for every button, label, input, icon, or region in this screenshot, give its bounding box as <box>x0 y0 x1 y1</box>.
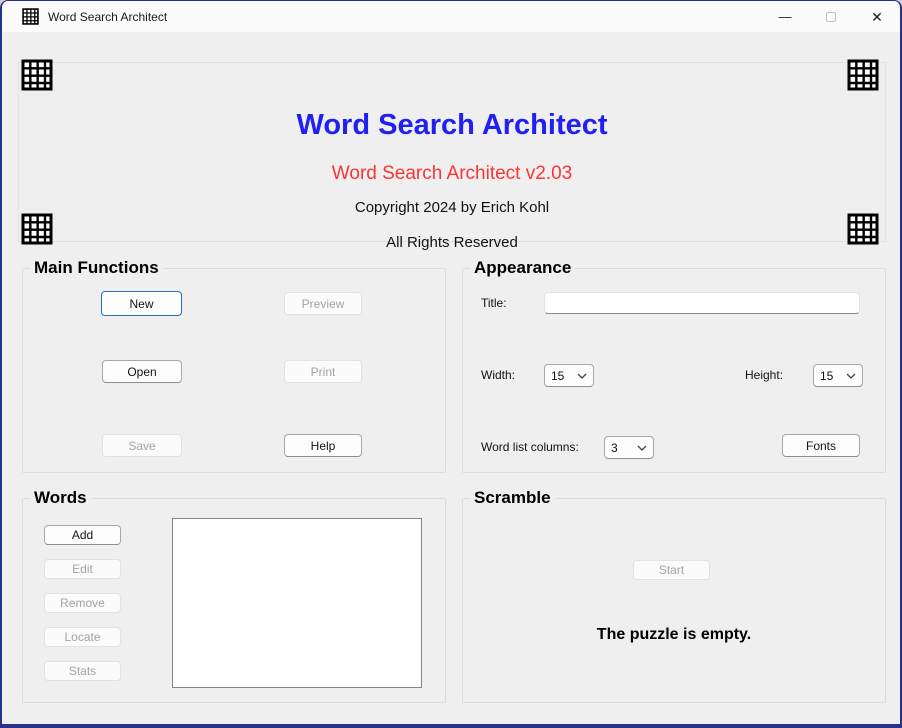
height-dropdown[interactable]: 15 <box>813 364 863 387</box>
header-banner: Word Search Architect Word Search Archit… <box>18 62 886 242</box>
minimize-button[interactable]: — <box>762 1 808 32</box>
open-button[interactable]: Open <box>102 360 182 383</box>
word-list-columns-label: Word list columns: <box>481 440 579 454</box>
chevron-down-icon <box>577 373 587 379</box>
edit-button: Edit <box>44 559 121 579</box>
minimize-icon: — <box>779 10 792 23</box>
grid-icon <box>21 59 53 91</box>
preview-button: Preview <box>284 292 362 315</box>
close-icon: ✕ <box>871 10 883 24</box>
word-list-columns-dropdown[interactable]: 3 <box>604 436 654 459</box>
main-functions-title: Main Functions <box>30 258 163 278</box>
appearance-title: Appearance <box>470 258 575 278</box>
width-label: Width: <box>481 368 515 382</box>
rights-reserved-line: All Rights Reserved <box>19 234 885 251</box>
chevron-down-icon <box>637 445 647 451</box>
print-button: Print <box>284 360 362 383</box>
title-input[interactable] <box>544 292 860 314</box>
word-list-columns-value: 3 <box>611 441 637 455</box>
words-group: Words Add Edit Remove Locate Stats <box>22 498 446 703</box>
word-list[interactable] <box>172 518 422 688</box>
copyright-line: Copyright 2024 by Erich Kohl <box>19 199 885 216</box>
chevron-down-icon <box>846 373 856 379</box>
close-button[interactable]: ✕ <box>854 1 900 32</box>
save-button: Save <box>102 434 182 457</box>
title-bar: Word Search Architect — ✕ <box>2 1 900 32</box>
remove-button: Remove <box>44 593 121 613</box>
appearance-group: Appearance Title: Width: 15 Height: 15 W… <box>462 268 886 473</box>
app-grid-icon <box>22 8 39 25</box>
window-controls: — ✕ <box>762 1 900 32</box>
stats-button: Stats <box>44 661 121 681</box>
title-field-label: Title: <box>481 296 507 310</box>
width-dropdown[interactable]: 15 <box>544 364 594 387</box>
height-value: 15 <box>820 369 846 383</box>
height-label: Height: <box>745 368 783 382</box>
grid-icon <box>847 59 879 91</box>
app-title-heading: Word Search Architect <box>19 109 885 142</box>
fonts-button[interactable]: Fonts <box>782 434 860 457</box>
main-functions-group: Main Functions New Preview Open Print Sa… <box>22 268 446 473</box>
window-title: Word Search Architect <box>48 10 167 24</box>
scramble-group: Scramble Start The puzzle is empty. <box>462 498 886 703</box>
app-window: Word Search Architect — ✕ <box>0 0 902 728</box>
new-button[interactable]: New <box>101 291 182 316</box>
words-title: Words <box>30 488 91 508</box>
help-button[interactable]: Help <box>284 434 362 457</box>
scramble-title: Scramble <box>470 488 555 508</box>
puzzle-status-text: The puzzle is empty. <box>463 626 885 644</box>
width-value: 15 <box>551 369 577 383</box>
maximize-icon <box>826 12 836 22</box>
client-area: Word Search Architect Word Search Archit… <box>2 32 900 724</box>
maximize-button <box>808 1 854 32</box>
locate-button: Locate <box>44 627 121 647</box>
start-button: Start <box>633 560 710 580</box>
version-line: Word Search Architect v2.03 <box>19 163 885 185</box>
add-button[interactable]: Add <box>44 525 121 545</box>
